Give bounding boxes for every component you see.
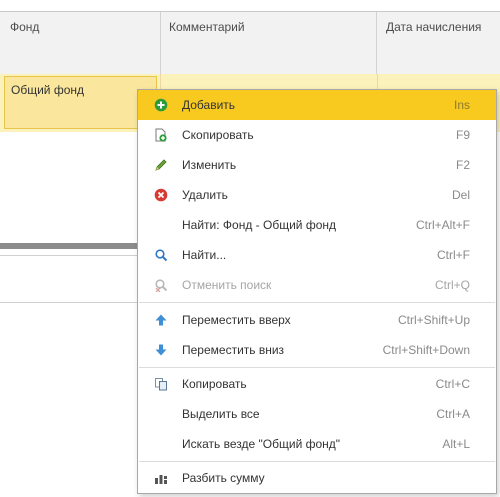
menu-item-search-everywhere[interactable]: Искать везде "Общий фонд" Alt+L [138,429,496,459]
add-icon [154,98,168,112]
menu-item-cancel-search[interactable]: Отменить поиск Ctrl+Q [138,270,496,300]
menu-item-label: Переместить вверх [182,313,291,327]
menu-item-shortcut: Ctrl+A [436,407,470,421]
menu-item-shortcut: Ctrl+F [437,248,470,262]
cell-fund-selected[interactable]: Общий фонд [4,76,157,129]
split-sum-icon [155,475,167,484]
menu-item-find[interactable]: Найти... Ctrl+F [138,240,496,270]
menu-item-shortcut: Del [451,188,470,202]
menu-item-label: Разбить сумму [182,471,265,485]
menu-item-shortcut: F2 [455,158,470,172]
menu-item-label: Удалить [182,188,228,202]
menu-item-copy[interactable]: Копировать Ctrl+C [138,369,496,399]
menu-item-edit[interactable]: Изменить F2 [138,150,496,180]
menu-item-label: Копировать [182,377,247,391]
menu-item-shortcut: Ctrl+Alt+F [415,218,470,232]
menu-item-shortcut: Ctrl+Shift+Up [397,313,470,327]
menu-separator [139,302,495,303]
menu-item-label: Выделить все [182,407,260,421]
copy-icon [155,378,167,391]
footer-divider [0,255,140,256]
context-menu: Добавить Ins Скопировать F9 Изменить F2 … [137,89,497,494]
menu-item-move-up[interactable]: Переместить вверх Ctrl+Shift+Up [138,305,496,335]
horizontal-scrollbar[interactable] [0,243,140,249]
menu-separator [139,461,495,462]
menu-item-shortcut: Alt+L [442,437,470,451]
menu-item-shortcut: Ctrl+C [435,377,470,391]
delete-icon [154,188,168,202]
menu-item-duplicate[interactable]: Скопировать F9 [138,120,496,150]
arrow-down-icon [155,344,167,356]
menu-item-find-by-value[interactable]: Найти: Фонд - Общий фонд Ctrl+Alt+F [138,210,496,240]
cancel-search-icon [155,279,168,292]
menu-item-split-sum[interactable]: Разбить сумму [138,463,496,493]
menu-item-label: Добавить [182,98,236,112]
footer-divider [0,302,140,303]
menu-item-label: Скопировать [182,128,254,142]
column-header-fund[interactable]: Фонд [0,12,161,74]
menu-item-add[interactable]: Добавить Ins [138,90,496,120]
pencil-icon [155,159,167,171]
menu-item-label: Переместить вниз [182,343,285,357]
column-header-comment[interactable]: Комментарий [161,12,377,74]
menu-item-label: Найти... [182,248,227,262]
menu-item-label: Изменить [182,158,237,172]
menu-item-delete[interactable]: Удалить Del [138,180,496,210]
menu-item-shortcut: Ctrl+Q [434,278,470,292]
arrow-up-icon [155,314,167,326]
menu-item-select-all[interactable]: Выделить все Ctrl+A [138,399,496,429]
table-header: Фонд Комментарий Дата начисления [0,11,500,75]
menu-item-shortcut: Ctrl+Shift+Down [382,343,470,357]
menu-separator [139,367,495,368]
copy-document-icon [155,128,167,142]
menu-item-shortcut: F9 [455,128,470,142]
menu-item-label: Отменить поиск [182,278,272,292]
menu-item-move-down[interactable]: Переместить вниз Ctrl+Shift+Down [138,335,496,365]
menu-item-label: Искать везде "Общий фонд" [182,437,341,451]
search-icon [155,249,168,262]
column-header-date[interactable]: Дата начисления [377,12,500,74]
menu-item-shortcut: Ins [453,98,470,112]
menu-item-label: Найти: Фонд - Общий фонд [182,218,336,232]
